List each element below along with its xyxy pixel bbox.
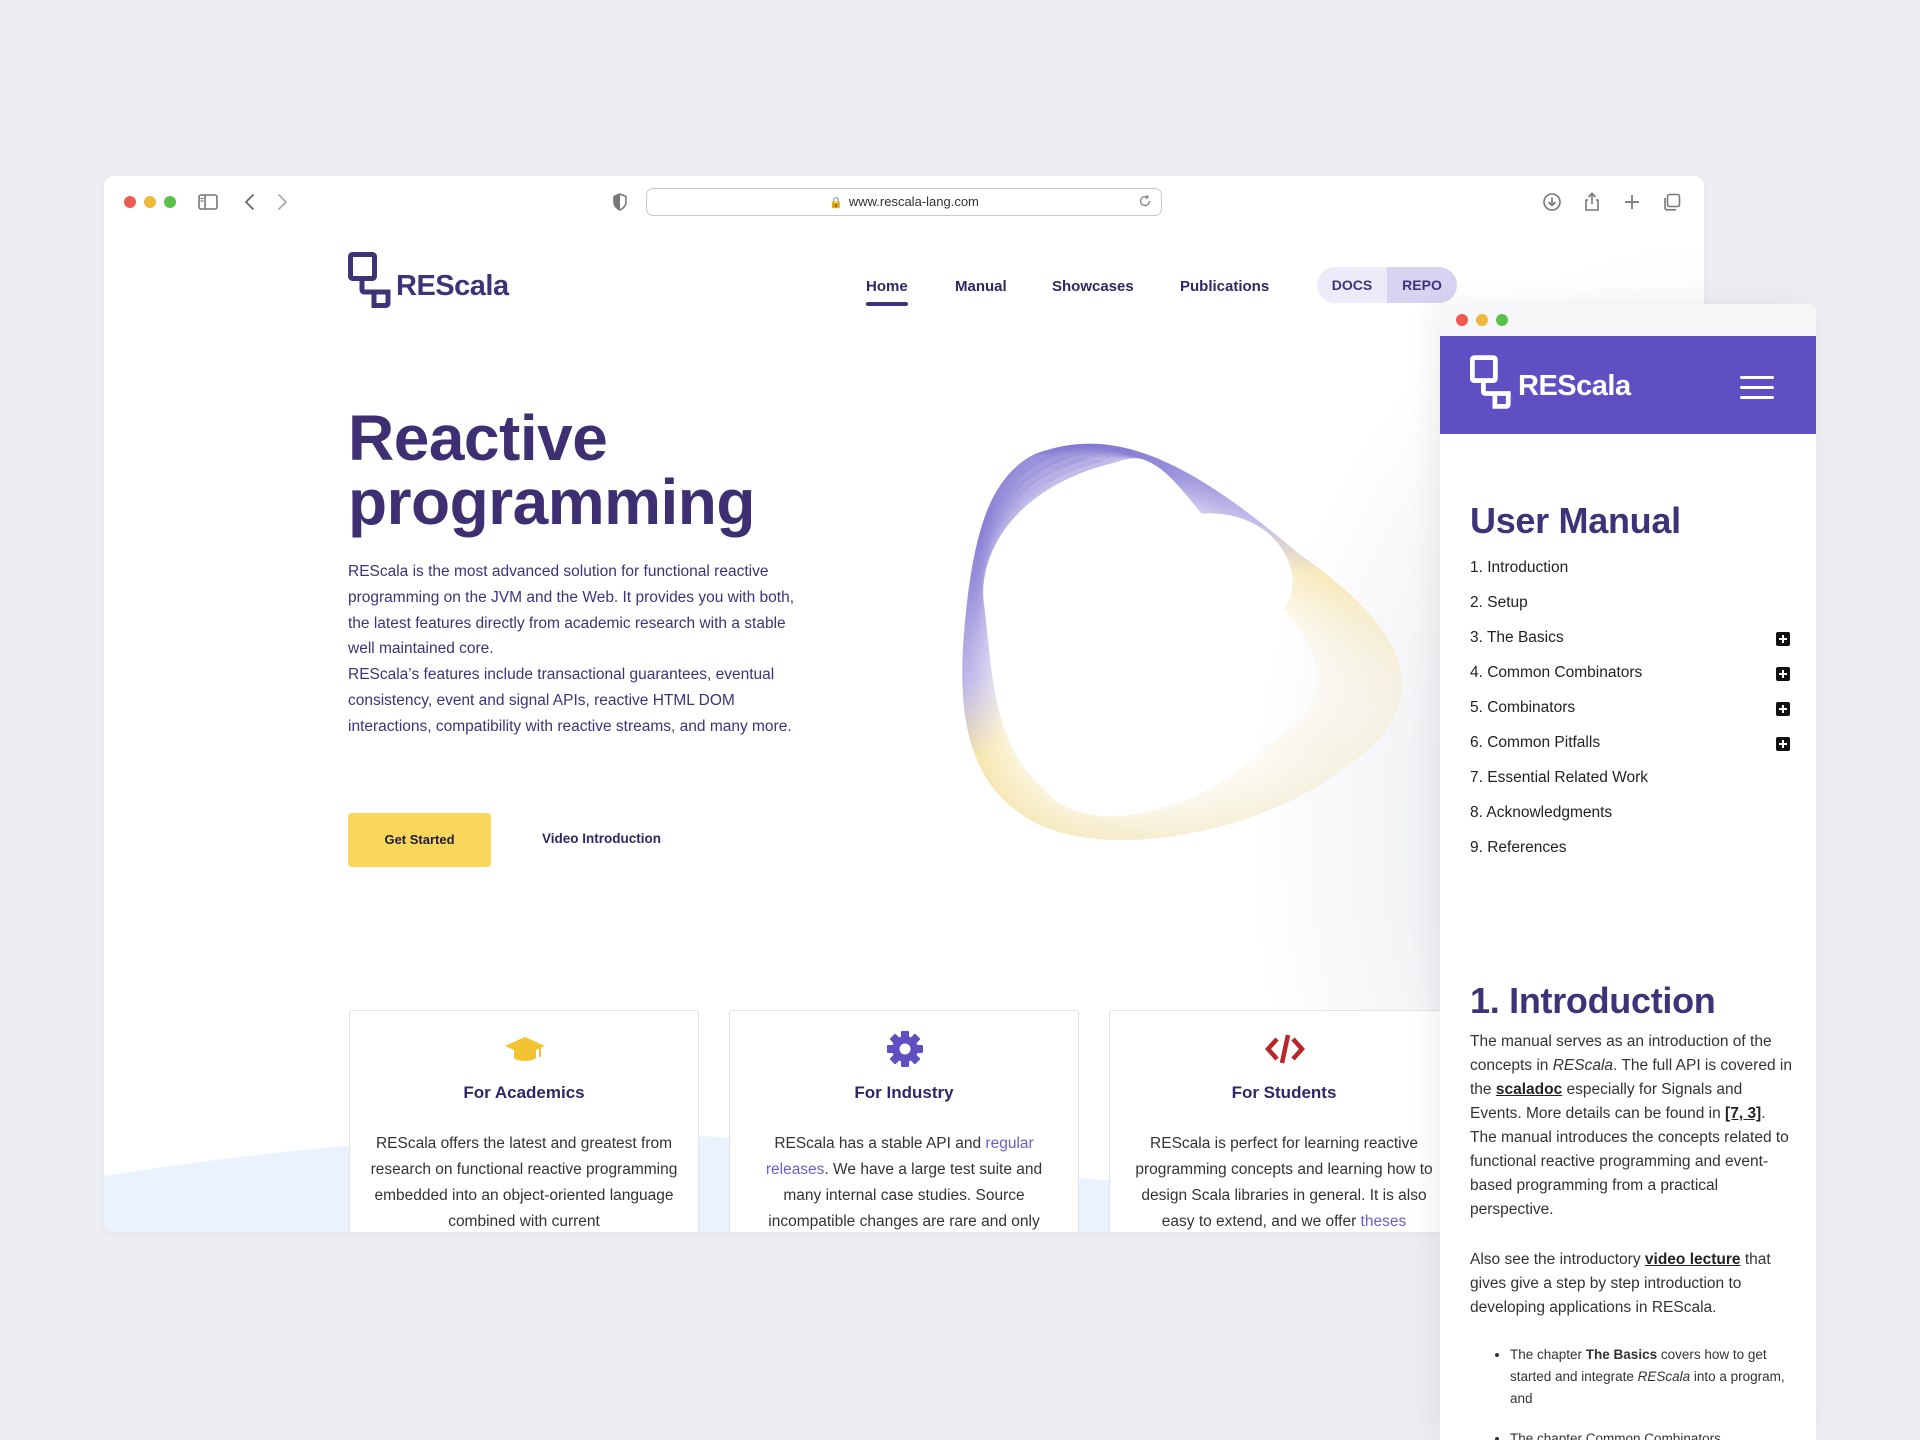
- mobile-minimize-button[interactable]: [1476, 314, 1488, 326]
- new-tab-icon[interactable]: [1620, 190, 1644, 214]
- mobile-logo-icon[interactable]: [1470, 354, 1514, 410]
- citation-link[interactable]: [7, 3]: [1725, 1105, 1761, 1122]
- hero-title: Reactive programming: [348, 406, 908, 534]
- toc-item[interactable]: 6. Common Pitfalls: [1470, 733, 1790, 768]
- nav-manual[interactable]: Manual: [955, 278, 1007, 295]
- url-text: www.rescala-lang.com: [848, 194, 979, 209]
- close-window-button[interactable]: [124, 196, 136, 208]
- intro-emphasis: REScala: [1552, 1057, 1614, 1074]
- expand-plus-icon[interactable]: [1776, 667, 1790, 681]
- toc-item-label: 8. Acknowledgments: [1470, 804, 1613, 821]
- expand-plus-icon[interactable]: [1776, 632, 1790, 646]
- the-basics-link[interactable]: The Basics: [1586, 1347, 1657, 1362]
- card-industry-text: REScala has a stable API and regular rel…: [748, 1131, 1060, 1232]
- expand-plus-icon[interactable]: [1776, 702, 1790, 716]
- toc-item[interactable]: 1. Introduction: [1470, 558, 1790, 593]
- nav-home[interactable]: Home: [866, 278, 908, 306]
- toc-item[interactable]: 5. Combinators: [1470, 698, 1790, 733]
- maximize-window-button[interactable]: [164, 196, 176, 208]
- expand-plus-icon[interactable]: [1776, 737, 1790, 751]
- toc-item-label: 3. The Basics: [1470, 629, 1564, 646]
- card-students: For Students REScala is perfect for lear…: [1109, 1010, 1459, 1232]
- card-academics-title: For Academics: [463, 1083, 585, 1102]
- browser-toolbar: 🔒 www.rescala-lang.com: [104, 176, 1704, 228]
- mobile-close-button[interactable]: [1456, 314, 1468, 326]
- toc-item[interactable]: 4. Common Combinators: [1470, 663, 1790, 698]
- get-started-button[interactable]: Get Started: [348, 813, 491, 867]
- also-text-1: Also see the introductory: [1470, 1251, 1645, 1268]
- card-students-text: REScala is perfect for learning reactive…: [1128, 1131, 1440, 1232]
- nav-publications[interactable]: Publications: [1180, 278, 1269, 295]
- hero-paragraph-2: REScala’s features include transactional…: [348, 666, 792, 735]
- toc-item-label: 4. Common Combinators: [1470, 664, 1643, 681]
- manual-title: User Manual: [1470, 500, 1681, 541]
- card-industry-text-1: REScala has a stable API and: [774, 1135, 986, 1152]
- gear-icon: [887, 1031, 923, 1067]
- code-icon: [1265, 1034, 1305, 1064]
- mobile-logo-wordmark[interactable]: REScala: [1518, 370, 1631, 403]
- bullet-text-1: The chapter: [1510, 1347, 1586, 1362]
- card-academics: For Academics REScala offers the latest …: [349, 1010, 699, 1232]
- lock-icon: 🔒: [829, 197, 843, 209]
- docs-button[interactable]: DOCS: [1317, 267, 1387, 303]
- toc-item[interactable]: 3. The Basics: [1470, 628, 1790, 663]
- share-icon[interactable]: [1580, 190, 1604, 214]
- video-lecture-link[interactable]: video lecture: [1645, 1251, 1741, 1268]
- card-academics-text: REScala offers the latest and greatest f…: [370, 1135, 678, 1230]
- card-students-title: For Students: [1231, 1083, 1337, 1102]
- logo-wordmark: REScala: [396, 270, 509, 302]
- nav-showcases[interactable]: Showcases: [1052, 278, 1134, 295]
- chapter-list: The chapter The Basics covers how to get…: [1470, 1344, 1795, 1440]
- mobile-window-titlebar: [1440, 304, 1816, 336]
- toc-item[interactable]: 8. Acknowledgments: [1470, 803, 1790, 838]
- graduation-cap-icon: [505, 1037, 545, 1061]
- minimize-window-button[interactable]: [144, 196, 156, 208]
- introduction-heading: 1. Introduction: [1470, 980, 1716, 1021]
- rescala-logo-icon: [348, 252, 391, 308]
- mobile-header: REScala: [1440, 336, 1816, 434]
- toc-item[interactable]: 2. Setup: [1470, 593, 1790, 628]
- card-industry-title: For Industry: [854, 1083, 954, 1102]
- theses-link[interactable]: theses: [1361, 1213, 1407, 1230]
- toc-item-label: 5. Combinators: [1470, 699, 1576, 716]
- video-introduction-link[interactable]: Video Introduction: [542, 831, 661, 846]
- hero-description: REScala is the most advanced solution fo…: [348, 559, 798, 740]
- video-lecture-paragraph: Also see the introductory video lecture …: [1470, 1248, 1795, 1320]
- toc-item-label: 6. Common Pitfalls: [1470, 734, 1601, 751]
- list-item: The chapter The Basics covers how to get…: [1510, 1344, 1795, 1410]
- toc-item[interactable]: 9. References: [1470, 838, 1790, 873]
- mobile-maximize-button[interactable]: [1496, 314, 1508, 326]
- tab-overview-icon[interactable]: [1660, 190, 1684, 214]
- mobile-window: REScala User Manual 1. Introduction 2. S…: [1440, 304, 1816, 1440]
- toc-item-label: 9. References: [1470, 839, 1567, 856]
- bullet-text-partial: The chapter Common Combinators: [1510, 1431, 1721, 1440]
- hero-title-line1: Reactive: [348, 402, 608, 474]
- list-item: The chapter Common Combinators: [1510, 1428, 1795, 1440]
- scaladoc-link[interactable]: scaladoc: [1496, 1081, 1562, 1098]
- introduction-paragraph: The manual serves as an introduction of …: [1470, 1030, 1795, 1222]
- toc-item-label: 2. Setup: [1470, 594, 1528, 611]
- sidebar-icon[interactable]: [196, 190, 220, 214]
- download-icon[interactable]: [1540, 190, 1564, 214]
- hamburger-menu-icon[interactable]: [1740, 374, 1774, 400]
- repo-button[interactable]: REPO: [1387, 267, 1457, 303]
- hero-paragraph-1: REScala is the most advanced solution fo…: [348, 563, 795, 658]
- forward-icon[interactable]: [270, 190, 294, 214]
- toc-item-label: 7. Essential Related Work: [1470, 769, 1649, 786]
- reload-icon[interactable]: [1137, 193, 1153, 209]
- docs-repo-toggle: DOCS REPO: [1317, 267, 1457, 303]
- toc-item-label: 1. Introduction: [1470, 559, 1569, 576]
- privacy-shield-icon[interactable]: [608, 190, 632, 214]
- bullet-emphasis: REScala: [1637, 1369, 1691, 1384]
- hero-title-line2: programming: [348, 466, 755, 538]
- toc-item[interactable]: 7. Essential Related Work: [1470, 768, 1790, 803]
- site-logo[interactable]: REScala: [348, 252, 509, 310]
- back-icon[interactable]: [238, 190, 262, 214]
- address-bar[interactable]: 🔒 www.rescala-lang.com: [646, 188, 1162, 216]
- card-industry: For Industry REScala has a stable API an…: [729, 1010, 1079, 1232]
- table-of-contents: 1. Introduction 2. Setup 3. The Basics 4…: [1470, 558, 1790, 873]
